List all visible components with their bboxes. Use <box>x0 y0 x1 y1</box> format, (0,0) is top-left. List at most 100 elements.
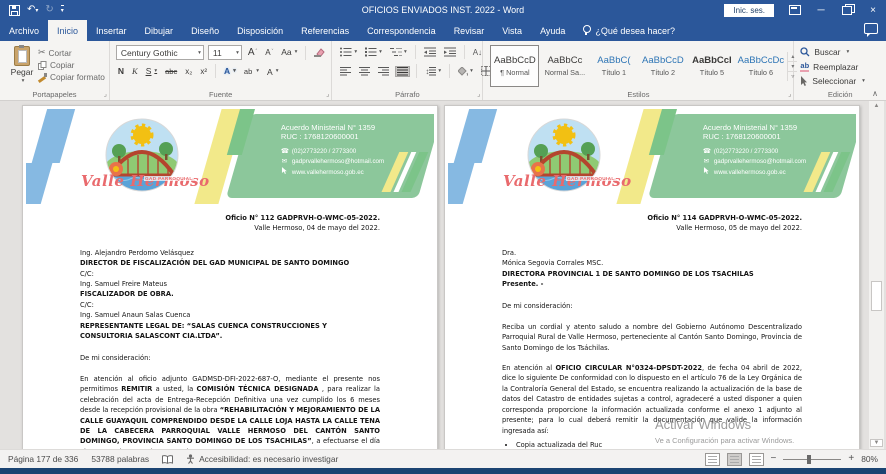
collapse-ribbon-icon[interactable]: ∧ <box>872 89 878 98</box>
replace-button[interactable]: abReemplazar <box>800 61 865 72</box>
bullets-button[interactable]: ▾ <box>338 46 359 58</box>
letter-body[interactable]: Oficio N° 112 GADPRVH-O-WMC-05-2022. Val… <box>23 204 437 449</box>
customize-qat-icon[interactable]: ▾ <box>61 5 64 16</box>
tab-archivo[interactable]: Archivo <box>0 20 48 41</box>
save-icon[interactable] <box>9 5 20 16</box>
text-effects-button[interactable]: A▾ <box>222 66 238 77</box>
superscript-button[interactable]: x² <box>198 66 209 77</box>
spacing-lines-icon <box>429 67 436 76</box>
tab-referencias[interactable]: Referencias <box>292 20 358 41</box>
grow-font-button[interactable]: Aˆ <box>246 47 259 58</box>
select-button[interactable]: Seleccionar▾ <box>800 76 865 86</box>
letter-body[interactable]: Oficio N° 114 GADPRVH-O-WMC-05-2022. Val… <box>445 204 859 449</box>
page-indicator[interactable]: Página 177 de 336 <box>8 454 78 464</box>
read-mode-button[interactable] <box>705 453 720 466</box>
page-2[interactable]: Acuerdo Ministerial N° 1359 RUC : 176812… <box>444 105 860 449</box>
decrease-indent-button[interactable] <box>422 46 438 58</box>
justify-button[interactable] <box>395 66 410 77</box>
clear-formatting-button[interactable] <box>312 48 327 57</box>
highlight-color-button[interactable]: ab▾ <box>242 66 261 77</box>
zoom-slider[interactable] <box>783 459 841 460</box>
line-spacing-button[interactable]: ↕▾ <box>423 66 443 77</box>
print-layout-button[interactable] <box>727 453 742 466</box>
email-icon: ✉ <box>703 157 710 167</box>
tab-inicio[interactable]: Inicio <box>48 20 87 41</box>
body-paragraph-2: En atención al OFICIO CIRCULAR N°0324-DP… <box>502 363 802 436</box>
outdent-icon <box>424 47 436 57</box>
font-dialog-launcher-icon[interactable]: ⌟ <box>326 90 329 98</box>
align-right-button[interactable] <box>376 66 391 77</box>
cut-button[interactable]: ✂Cortar <box>38 47 105 58</box>
tab-insertar[interactable]: Insertar <box>87 20 136 41</box>
style-normal-sa[interactable]: AaBbCcNormal Sa... <box>541 46 588 86</box>
tab-vista[interactable]: Vista <box>493 20 531 41</box>
comments-icon[interactable] <box>864 23 878 34</box>
accessibility-status[interactable]: Accesibilidad: es necesario investigar <box>186 454 338 464</box>
align-center-button[interactable] <box>357 66 372 77</box>
ribbon-display-options-icon[interactable] <box>782 0 808 20</box>
tab-dibujar[interactable]: Dibujar <box>136 20 183 41</box>
style-titulo-5[interactable]: AaBbCcITítulo 5 <box>688 46 735 86</box>
shrink-font-button[interactable]: Aˇ <box>263 47 275 58</box>
group-clipboard: Pegar ▾ ✂Cortar Copiar Copiar formato Po… <box>0 41 110 100</box>
strikethrough-button[interactable]: abc <box>163 66 179 77</box>
numbering-button[interactable]: ▾ <box>363 46 384 58</box>
vertical-scrollbar[interactable]: ▲ ▼ <box>868 101 884 449</box>
style-titulo-6[interactable]: AaBbCcDcTítulo 6 <box>737 46 784 86</box>
subscript-button[interactable]: x₂ <box>183 66 194 77</box>
scroll-up-icon[interactable]: ▲ <box>869 103 884 109</box>
tab-correspondencia[interactable]: Correspondencia <box>358 20 445 41</box>
shading-button[interactable]: ▾ <box>456 66 475 77</box>
copy-button[interactable]: Copiar <box>38 60 105 70</box>
paragraph-dialog-launcher-icon[interactable]: ⌟ <box>477 90 480 98</box>
paste-button[interactable]: Pegar ▾ <box>6 45 38 84</box>
document-area[interactable]: Acuerdo Ministerial N° 1359 RUC : 176812… <box>0 101 886 449</box>
numbered-list-icon <box>365 47 377 57</box>
proofing-book-icon <box>162 455 173 464</box>
zoom-level[interactable]: 80% <box>861 454 878 464</box>
tab-diseno[interactable]: Diseño <box>182 20 228 41</box>
underline-button[interactable]: S▾ <box>144 66 159 77</box>
tab-revisar[interactable]: Revisar <box>445 20 494 41</box>
close-button[interactable]: × <box>860 0 886 20</box>
increase-indent-button[interactable] <box>442 46 458 58</box>
clipboard-dialog-launcher-icon[interactable]: ⌟ <box>104 90 107 98</box>
bold-button[interactable]: N <box>116 66 126 77</box>
zoom-slider-thumb[interactable] <box>807 455 811 464</box>
align-right-icon <box>378 67 389 76</box>
proofing-status[interactable] <box>162 455 173 464</box>
find-button[interactable]: Buscar▾ <box>800 47 865 57</box>
tab-disposicion[interactable]: Disposición <box>228 20 292 41</box>
change-case-button[interactable]: Aa▾ <box>279 47 299 58</box>
minimize-button[interactable]: ─ <box>808 0 834 20</box>
tab-ayuda[interactable]: Ayuda <box>531 20 574 41</box>
body-paragraph: En atención al oficio adjunto GADMSD-DFI… <box>80 374 380 449</box>
word-count[interactable]: 53788 palabras <box>91 454 149 464</box>
sign-in-button[interactable]: Inic. ses. <box>724 4 774 17</box>
format-painter-button[interactable]: Copiar formato <box>38 72 105 82</box>
tell-me-box[interactable]: ¿Qué desea hacer? <box>574 20 683 41</box>
italic-button[interactable]: K <box>130 66 140 77</box>
font-name-select[interactable]: Century Gothic▾ <box>116 45 204 60</box>
redo-icon[interactable]: ↻ <box>45 5 53 15</box>
restore-button[interactable] <box>834 0 860 20</box>
scroll-down-icon[interactable]: ▼ <box>870 439 883 447</box>
font-color-button[interactable]: A▾ <box>265 66 280 77</box>
page-1[interactable]: Acuerdo Ministerial N° 1359 RUC : 176812… <box>22 105 438 449</box>
zoom-out-button[interactable]: − <box>771 454 777 464</box>
body-paragraph-1: Reciba un cordial y atento saludo a nomb… <box>502 322 802 353</box>
align-left-button[interactable] <box>338 66 353 77</box>
sort-button[interactable]: A↓ <box>471 47 484 58</box>
zoom-in-button[interactable]: + <box>848 454 854 464</box>
styles-dialog-launcher-icon[interactable]: ⌟ <box>788 90 791 98</box>
multilevel-list-button[interactable]: ▾ <box>388 46 409 58</box>
blue-stripe <box>454 109 499 163</box>
undo-icon[interactable]: ↶▾ <box>27 5 38 16</box>
font-size-select[interactable]: 11▾ <box>208 45 242 60</box>
scrollbar-thumb[interactable] <box>871 281 882 311</box>
web-layout-button[interactable] <box>749 453 764 466</box>
recipient-block: Dra.Mónica Segovia Corrales MSC.DIRECTOR… <box>502 248 802 290</box>
style-normal[interactable]: AaBbCcD¶ Normal <box>490 45 539 87</box>
style-titulo-1[interactable]: AaBbC(Título 1 <box>590 46 637 86</box>
style-titulo-2[interactable]: AaBbCcDTítulo 2 <box>639 46 686 86</box>
